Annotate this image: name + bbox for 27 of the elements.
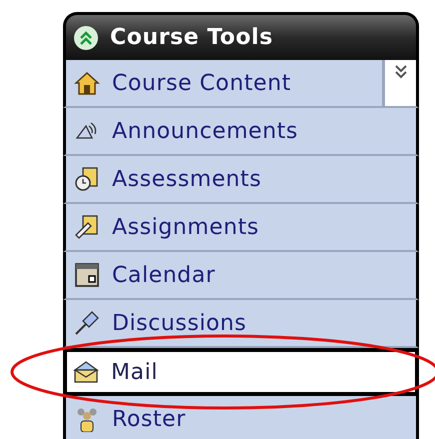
pushpin-icon — [74, 310, 100, 336]
menu-toggle-button[interactable] — [382, 60, 416, 106]
menu-item[interactable]: Roster — [63, 396, 419, 439]
menu-item-label: Mail — [111, 358, 159, 386]
menu-item[interactable]: Course Content — [63, 60, 419, 108]
menu-item-label: Calendar — [112, 262, 216, 290]
calendar-icon — [74, 262, 100, 288]
menu-item-label: Announcements — [112, 118, 300, 146]
menu-item-label: Course Content — [112, 70, 292, 98]
menu-item[interactable]: Discussions — [63, 300, 419, 348]
ruler-document-icon — [74, 214, 100, 240]
chevrons-down-icon — [394, 64, 408, 80]
house-icon — [74, 70, 100, 96]
menu-item[interactable]: Calendar — [63, 252, 419, 300]
menu-item-label: Discussions — [112, 310, 248, 338]
collapse-button[interactable] — [74, 26, 98, 50]
menu-item[interactable]: Assessments — [63, 156, 419, 204]
panel-title: Course Tools — [110, 24, 273, 52]
menu-item[interactable]: Assignments — [63, 204, 419, 252]
menu-item-label: Assignments — [112, 214, 260, 242]
menu-item-label: Roster — [112, 406, 187, 434]
menu-item-label: Assessments — [112, 166, 262, 194]
chevrons-up-icon — [78, 30, 94, 46]
envelope-icon — [73, 359, 99, 385]
menu-item[interactable]: Mail — [63, 348, 419, 396]
menu-item[interactable]: Announcements — [63, 108, 419, 156]
clock-document-icon — [74, 166, 100, 192]
